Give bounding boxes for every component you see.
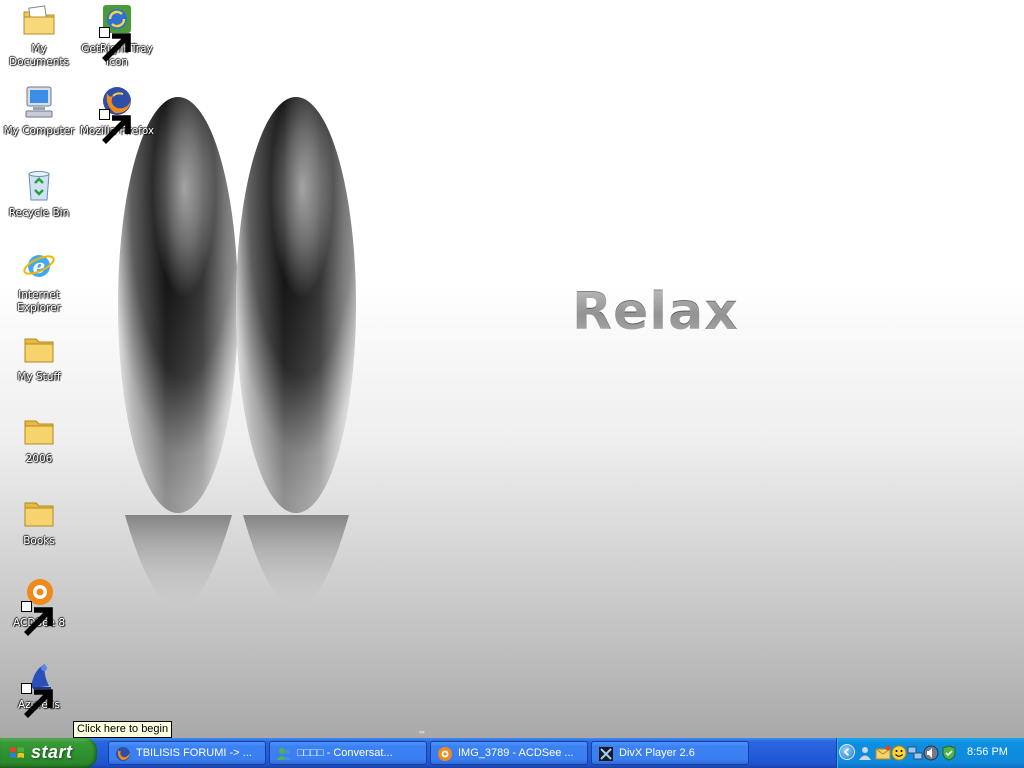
divx-icon xyxy=(598,746,614,762)
azureus-icon xyxy=(21,658,57,718)
firefox-icon xyxy=(99,84,135,144)
firefox-icon xyxy=(115,746,131,762)
smiley-icon[interactable] xyxy=(891,745,907,761)
desktop-icon-2006[interactable]: 2006 xyxy=(0,412,78,466)
desktop-icon-internet-explorer[interactable]: e Internet Explorer xyxy=(0,248,78,315)
taskbar-button-conversation[interactable]: □□□□ - Conversat... xyxy=(269,741,427,765)
internet-explorer-icon: e xyxy=(21,248,57,284)
security-icon[interactable] xyxy=(941,745,957,761)
acdsee-icon xyxy=(437,746,453,762)
shortcut-arrow-icon xyxy=(21,601,53,636)
desktop-icon-acdsee[interactable]: ACDSee 8 xyxy=(0,576,78,636)
start-button[interactable]: start xyxy=(0,738,97,768)
shortcut-arrow-icon xyxy=(99,109,131,144)
speaker-icon[interactable] xyxy=(923,745,939,761)
getright-icon xyxy=(99,2,135,62)
desktop-icon-recycle-bin[interactable]: Recycle Bin xyxy=(0,166,78,220)
windows-flag-icon xyxy=(10,747,24,758)
folder-icon xyxy=(21,412,57,448)
messenger-buddy-icon[interactable] xyxy=(857,745,873,761)
recycle-bin-icon xyxy=(21,166,57,202)
start-label: start xyxy=(31,742,73,762)
wallpaper-brand: ™ xyxy=(418,730,428,738)
network-icon[interactable] xyxy=(907,745,923,761)
desktop-icon-getright[interactable]: GetRight Tray Icon xyxy=(78,2,156,69)
taskbar-button-divx[interactable]: DivX Player 2.6 xyxy=(591,741,749,765)
desktop: Relax ™ My Documents My Computer Recycle… xyxy=(0,0,1024,738)
desktop-icon-azureus[interactable]: Azureus xyxy=(0,658,78,718)
wallpaper-headline: Relax xyxy=(572,282,739,342)
desktop-icon-books[interactable]: Books xyxy=(0,494,78,548)
desktop-icon-my-stuff[interactable]: My Stuff xyxy=(0,330,78,384)
taskbar-button-acdsee[interactable]: IMG_3789 - ACDSee ... xyxy=(430,741,588,765)
start-tooltip: Click here to begin xyxy=(73,721,173,738)
shortcut-arrow-icon xyxy=(99,27,131,62)
desktop-icon-firefox[interactable]: Mozilla Firefox xyxy=(78,84,156,144)
folder-icon xyxy=(21,494,57,530)
my-computer-icon xyxy=(21,84,57,120)
show-hidden-icons-chevron[interactable] xyxy=(839,744,855,760)
desktop-icon-my-computer[interactable]: My Computer xyxy=(0,84,78,138)
acdsee-icon xyxy=(21,576,57,636)
taskbar-button-firefox[interactable]: TBILISIS FORUMI -> ... xyxy=(108,741,266,765)
taskbar: start TBILISIS FORUMI -> ... □□□□ - Conv… xyxy=(0,738,1024,768)
mail-icon[interactable] xyxy=(875,745,891,761)
desktop-icon-my-documents[interactable]: My Documents xyxy=(0,2,78,69)
messenger-icon xyxy=(276,746,292,762)
system-tray: 8:56 PM xyxy=(836,738,1024,768)
folder-icon xyxy=(21,330,57,366)
shortcut-arrow-icon xyxy=(21,683,53,718)
my-documents-icon xyxy=(21,2,57,38)
clock[interactable]: 8:56 PM xyxy=(967,746,1008,758)
